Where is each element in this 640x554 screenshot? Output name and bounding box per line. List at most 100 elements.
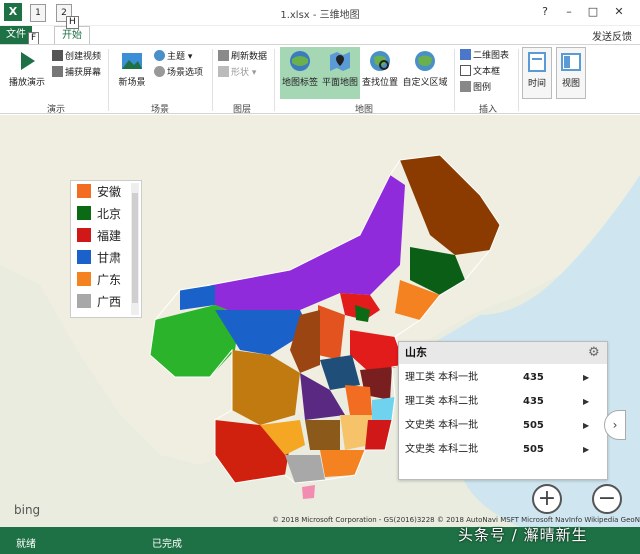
time-label: 时间 [527,79,546,89]
province-guangdong[interactable] [320,450,365,477]
legend-item: 甘肃 [77,249,121,267]
card-row-label: 文史类 本科一批 [405,420,479,431]
legend-label: 甘肃 [97,251,122,265]
theme-button[interactable]: 主题 ▾ [154,50,192,64]
legend-item: 广东 [77,271,121,289]
map-labels-label: 地图标签 [281,78,318,88]
play-tour-button[interactable]: 播放演示 [6,47,48,99]
card-row-label: 理工类 本科二批 [405,396,479,407]
legend-button[interactable]: 图例 [460,81,491,95]
zoom-out-button[interactable]: − [592,484,622,514]
scene-options-label: 场景选项 [167,68,204,78]
province-hunan[interactable] [305,420,340,450]
card-row[interactable]: 文史类 本科一批 505 ▶ [405,416,601,436]
custom-region-label: 自定义区域 [402,78,448,88]
ribbon-separator [454,49,455,111]
group-label-demo: 演示 [46,105,65,115]
legend-swatch [77,206,91,220]
view-button[interactable]: 视图 [556,47,586,99]
map-copyright: © 2018 Microsoft Corporation - GS(2016)3… [272,516,640,524]
view-label: 视图 [561,79,580,89]
new-scene-button[interactable]: 新场景 [114,47,150,99]
legend-label: 广西 [97,295,122,309]
group-label-scene: 场景 [150,105,169,115]
province-guangxi[interactable] [285,455,325,483]
gear-icon[interactable]: ⚙ [588,346,602,360]
custom-region-icon [415,51,435,71]
find-location-label: 查找位置 [361,78,398,88]
refresh-data-button[interactable]: 刷新数据 [218,50,267,64]
custom-region-button[interactable]: 自定义区域 [400,47,450,99]
minimize-button[interactable]: – [560,4,578,20]
card-row[interactable]: 理工类 本科二批 435 ▶ [405,392,601,412]
group-label-layer: 图层 [232,105,251,115]
province-zhejiang[interactable] [372,397,395,420]
card-title: 山东 [399,342,607,364]
create-video-label: 创建视频 [65,52,102,62]
legend-label: 广东 [97,273,122,287]
card-row[interactable]: 文史类 本科二批 505 ▶ [405,440,601,460]
chart-2d-button[interactable]: 二维图表 [460,49,509,63]
close-button[interactable]: ✕ [610,4,628,20]
find-location-button[interactable]: 查找位置 [360,47,400,99]
card-row[interactable]: 理工类 本科一批 435 ▶ [405,368,601,388]
map-labels-button[interactable]: 地图标签 [280,47,320,99]
refresh-data-label: 刷新数据 [231,52,268,62]
help-button[interactable]: ? [536,4,554,20]
maximize-button[interactable]: □ [584,4,602,20]
legend-item: 福建 [77,227,121,245]
legend-label: 北京 [97,207,122,221]
chart-2d-label: 二维图表 [473,51,510,61]
map-legend[interactable]: 安徽 北京 福建 甘肃 广东 广西 [70,180,142,318]
time-icon [528,52,546,72]
legend-swatch [77,250,91,264]
text-box-button[interactable]: 文本框 [460,65,500,79]
create-video-button[interactable]: 创建视频 [52,50,101,64]
card-row-value: 435 [523,396,544,407]
time-button[interactable]: 时间 [522,47,552,99]
group-label-insert: 插入 [478,105,497,115]
chevron-right-icon[interactable]: ▶ [583,416,589,436]
legend-icon [460,81,471,92]
legend-scrollbar[interactable] [131,183,139,315]
province-hainan[interactable] [302,485,315,499]
region-data-card[interactable]: 山东 ⚙ 理工类 本科一批 435 ▶ 理工类 本科二批 435 ▶ 文史类 本… [398,341,608,480]
video-icon [52,50,63,61]
flat-map-icon [330,52,350,71]
play-icon [21,52,35,70]
zoom-in-button[interactable]: + [532,484,562,514]
shape-button[interactable]: 形状 ▾ [218,66,256,80]
ribbon-separator [518,49,519,111]
camera-icon [52,66,63,77]
legend-item: 安徽 [77,183,121,201]
capture-screen-button[interactable]: 捕获屏幕 [52,66,101,80]
find-location-icon [370,51,390,71]
title-bar: X 1 2 1.xlsx - 三维地图 ? – □ ✕ [0,0,640,26]
shape-label: 形状 [231,68,250,78]
flat-map-button[interactable]: 平面地图 [320,47,360,99]
chevron-right-icon[interactable]: ▶ [583,440,589,460]
play-tour-label: 播放演示 [8,78,45,88]
new-scene-icon [122,53,142,69]
province-fujian[interactable] [365,420,392,450]
theme-label: 主题 [167,52,186,62]
ribbon-separator [108,49,109,111]
chevron-right-icon[interactable]: ▶ [583,368,589,388]
group-label-map: 地图 [354,105,373,115]
ribbon: 播放演示 创建视频 捕获屏幕 演示 新场景 主题 ▾ 场景选项 场景 刷新数据 … [0,44,640,115]
scene-options-button[interactable]: 场景选项 [154,66,203,80]
ribbon-separator [274,49,275,111]
shape-icon [218,66,229,77]
send-feedback-button[interactable]: 发送反馈 [592,28,632,43]
next-page-button[interactable]: › [604,410,626,440]
ribbon-separator [212,49,213,111]
ribbon-tabs: 文件 F 开始 H 发送反馈 [0,16,640,45]
legend-scroll-thumb[interactable] [132,193,138,303]
chart-icon [460,49,471,60]
text-box-icon [460,65,471,76]
status-ready: 就绪 [16,539,36,550]
bing-logo: bing [14,503,41,517]
chevron-right-icon[interactable]: ▶ [583,392,589,412]
map-view[interactable]: 安徽 北京 福建 甘肃 广东 广西 山东 ⚙ 理工类 本科一批 435 ▶ 理工… [0,115,640,527]
province-anhui[interactable] [345,385,372,415]
